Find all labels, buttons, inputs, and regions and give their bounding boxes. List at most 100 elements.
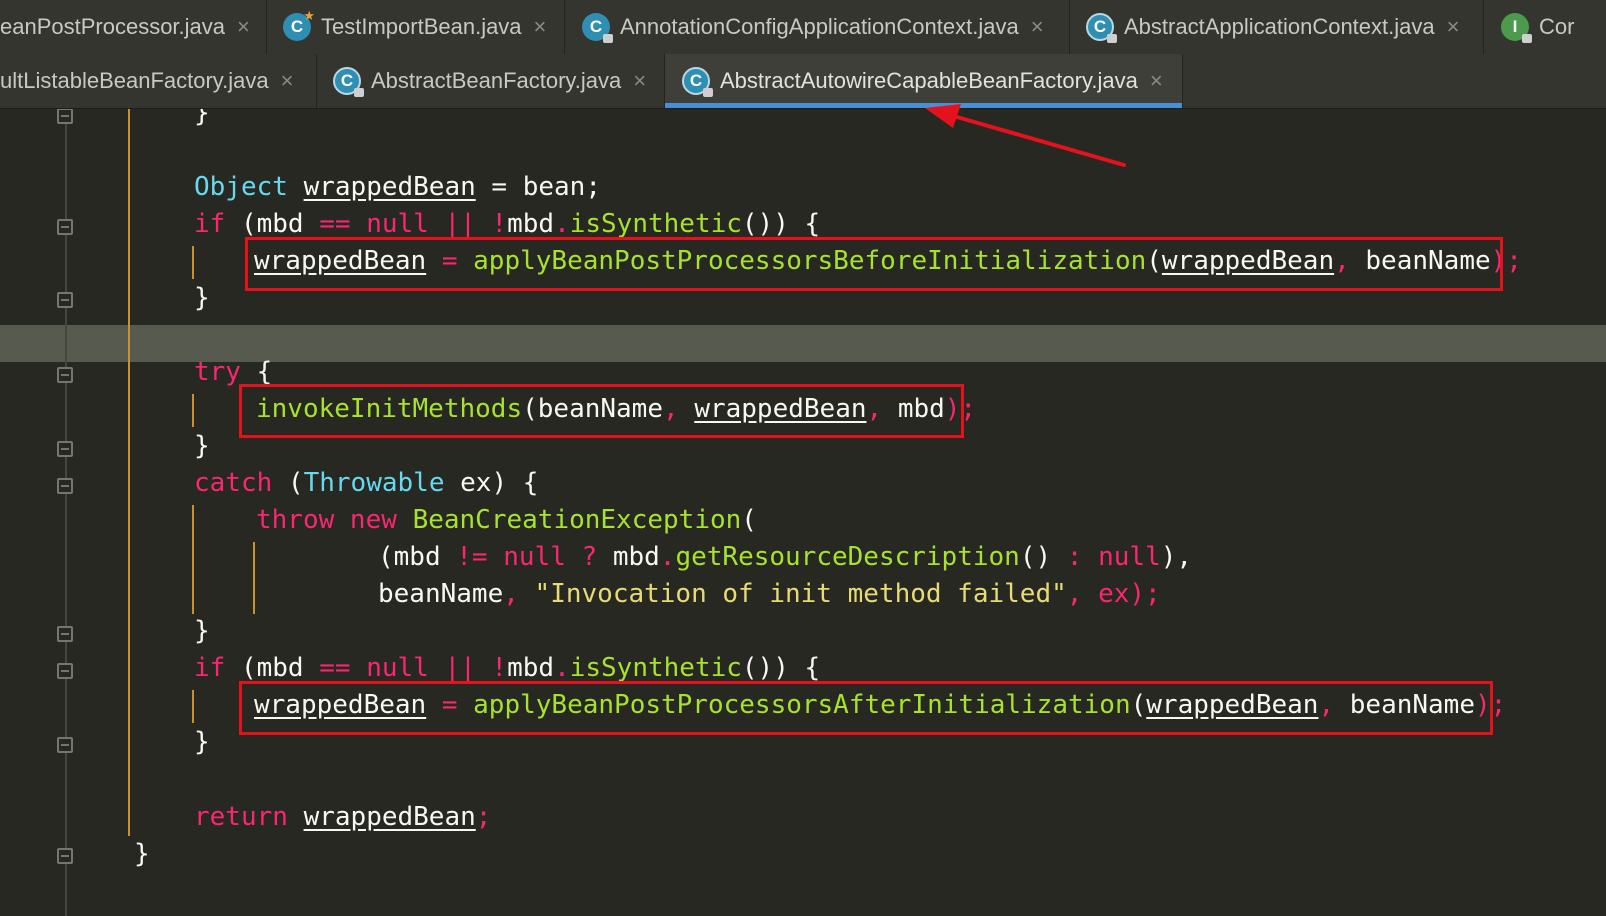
tab-label: AnnotationConfigApplicationContext.java <box>620 14 1019 39</box>
keyword-token: null <box>487 542 582 572</box>
editor-tab-bar-row-2: ultListableBeanFactory.java × C Abstract… <box>0 54 1606 109</box>
class-icon: C <box>582 13 613 43</box>
close-icon[interactable]: × <box>1031 16 1044 38</box>
fold-end-icon[interactable] <box>57 109 73 124</box>
keyword-token: catch <box>194 468 273 498</box>
code-line: } <box>194 428 210 465</box>
code-line: catch (Throwable ex) { <box>194 465 538 502</box>
tab-abstract-autowire-capable-bean-factory[interactable]: C AbstractAutowireCapableBeanFactory.jav… <box>665 54 1183 108</box>
tab-label: ultListableBeanFactory.java <box>0 68 269 93</box>
fold-start-icon[interactable] <box>57 219 73 235</box>
fold-end-icon[interactable] <box>57 441 73 457</box>
code-line: (mbd != null ? mbd.getResourceDescriptio… <box>378 539 1192 576</box>
closing-brace: } <box>194 727 210 757</box>
abstract-class-icon: C <box>333 67 364 97</box>
method-token: isSynthetic <box>569 209 742 239</box>
code-line: } <box>134 836 150 873</box>
code-line: beanName, "Invocation of init method fai… <box>378 576 1161 613</box>
tab-label: AbstractAutowireCapableBeanFactory.java <box>720 68 1138 93</box>
tab-label: TestImportBean.java <box>321 14 522 39</box>
tab-label: AbstractApplicationContext.java <box>1124 14 1435 39</box>
keyword-token: if <box>194 209 226 239</box>
operator-token: ? <box>581 542 598 572</box>
abstract-class-icon: C <box>682 67 713 97</box>
operator-token: , <box>503 579 535 609</box>
operator-token: || <box>444 653 476 683</box>
tab-annotation-config-application-context[interactable]: C AnnotationConfigApplicationContext.jav… <box>565 0 1070 54</box>
indent-guide <box>192 505 194 614</box>
operator-token: . <box>554 653 570 683</box>
tab-bean-post-processor[interactable]: eanPostProcessor.java × <box>0 0 267 54</box>
parameter-token: beanName <box>378 579 504 609</box>
fold-start-icon[interactable] <box>57 663 73 679</box>
code-text: ( <box>741 505 757 535</box>
close-icon[interactable]: × <box>237 16 250 38</box>
code-text: mbd <box>597 542 660 572</box>
indent-guide <box>192 394 194 427</box>
operator-token: ; <box>475 802 492 832</box>
closing-brace: } <box>194 283 210 313</box>
indent-guide <box>192 690 194 723</box>
class-icon: C ★ <box>283 8 315 41</box>
code-text: (mbd <box>225 653 320 683</box>
lock-icon <box>354 88 364 97</box>
active-tab-indicator <box>665 103 1182 108</box>
keyword-token: null <box>1082 542 1161 572</box>
indent-guide <box>253 542 255 614</box>
fold-start-icon[interactable] <box>57 367 73 383</box>
abstract-class-icon: C <box>1086 13 1117 43</box>
lock-icon <box>1107 34 1117 43</box>
fold-start-icon[interactable] <box>57 478 73 494</box>
code-editor[interactable]: } Object wrappedBean = bean; if (mbd == … <box>0 109 1606 916</box>
close-icon[interactable]: × <box>1150 70 1163 92</box>
operator-token: : <box>1066 542 1083 572</box>
tab-test-import-bean[interactable]: C ★ TestImportBean.java × <box>267 0 565 54</box>
type-token: Object <box>194 172 288 202</box>
keyword-token: throw <box>256 505 335 535</box>
fold-end-icon[interactable] <box>57 292 73 308</box>
tab-cor-truncated[interactable]: I Cor <box>1484 0 1606 54</box>
method-token: BeanCreationException <box>412 505 742 535</box>
close-icon[interactable]: × <box>1447 16 1460 38</box>
fold-end-icon[interactable] <box>57 737 73 753</box>
keyword-token: if <box>194 653 226 683</box>
annotation-box-after-initialization <box>239 681 1493 735</box>
tab-default-listable-bean-factory[interactable]: ultListableBeanFactory.java × <box>0 54 317 108</box>
code-text: ), <box>1160 542 1193 572</box>
indent-guide <box>128 109 130 836</box>
code-text: ()) { <box>741 653 821 683</box>
operator-token: , ex); <box>1066 579 1161 609</box>
fold-end-icon[interactable] <box>57 848 73 864</box>
code-text: ex) { <box>444 468 539 498</box>
close-icon[interactable]: × <box>534 16 547 38</box>
operator-token: ! <box>475 653 508 683</box>
code-text: (mbd <box>378 542 457 572</box>
code-text: ()) { <box>741 209 821 239</box>
operator-token: . <box>659 542 676 572</box>
string-literal: "Invocation of init method failed" <box>534 579 1067 609</box>
closing-brace: } <box>194 616 210 646</box>
close-icon[interactable]: × <box>281 70 294 92</box>
indent-guide <box>192 246 194 279</box>
code-line: throw new BeanCreationException( <box>256 502 757 539</box>
ide-window: eanPostProcessor.java × C ★ TestImportBe… <box>0 0 1606 916</box>
operator-token: ! <box>475 209 508 239</box>
keyword-token: return <box>194 802 288 832</box>
tab-abstract-application-context[interactable]: C AbstractApplicationContext.java × <box>1070 0 1484 54</box>
tab-abstract-bean-factory[interactable]: C AbstractBeanFactory.java × <box>317 54 665 108</box>
code-text: { <box>240 357 273 387</box>
method-token: isSynthetic <box>569 653 742 683</box>
code-text: = bean; <box>475 172 601 202</box>
close-icon[interactable]: × <box>633 70 646 92</box>
tab-label: Cor <box>1539 14 1575 39</box>
keyword-token: new <box>334 505 413 535</box>
editor-tab-bar-row-1: eanPostProcessor.java × C ★ TestImportBe… <box>0 0 1606 55</box>
operator-token: . <box>554 209 570 239</box>
code-text: mbd <box>507 653 555 683</box>
fold-end-icon[interactable] <box>57 626 73 642</box>
type-token: Throwable <box>303 468 445 498</box>
annotation-box-invoke-init-methods <box>239 384 964 438</box>
operator-token: || <box>444 209 476 239</box>
code-line: } <box>194 613 210 650</box>
